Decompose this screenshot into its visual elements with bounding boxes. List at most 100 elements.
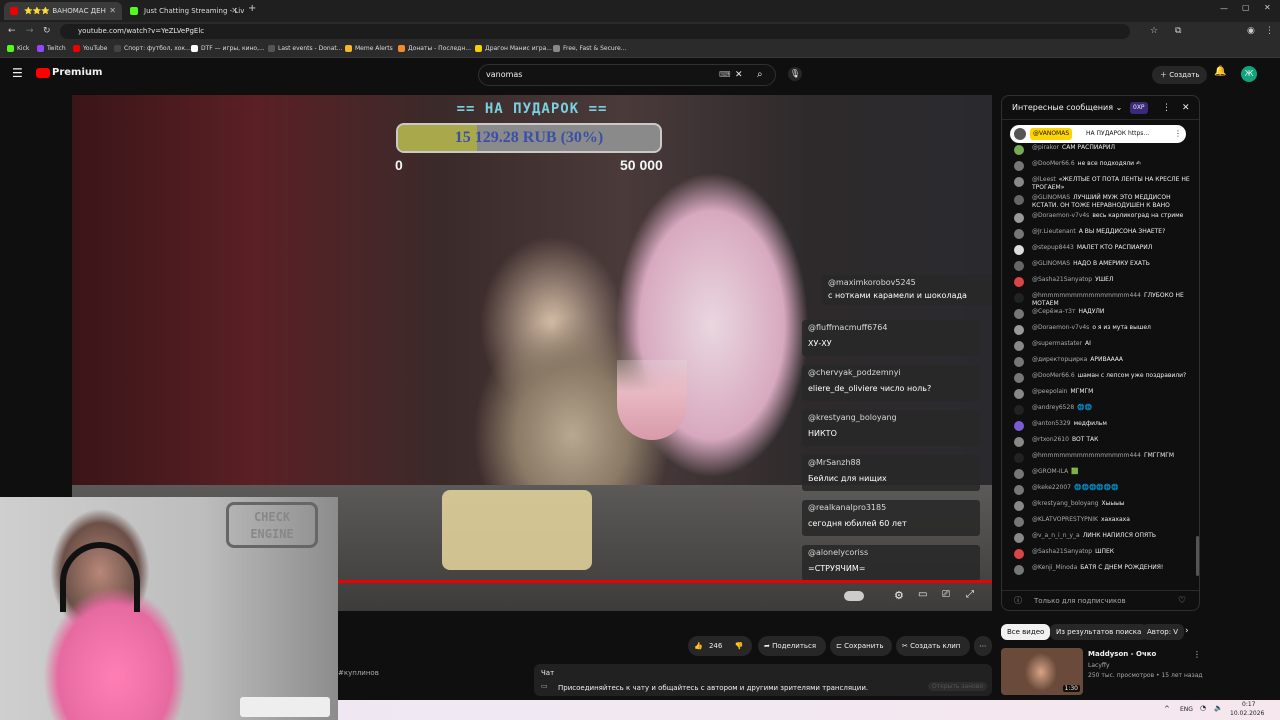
clip-button[interactable]: ✂ Создать клип [896, 636, 970, 656]
close-window-icon[interactable]: ✕ [1264, 3, 1271, 12]
maximize-icon[interactable]: ▢ [1242, 3, 1250, 12]
chat-avatar[interactable] [1014, 533, 1024, 543]
new-tab-icon[interactable]: + [248, 3, 256, 14]
dislike-icon[interactable]: 👎 [735, 642, 744, 650]
related-video-title[interactable]: Maddyson - Очко [1088, 650, 1156, 658]
chat-avatar[interactable] [1014, 565, 1024, 575]
search-input[interactable]: vanomas ⌨ ✕ ⌕ [478, 64, 776, 86]
wifi-icon[interactable]: ◔ [1200, 704, 1206, 712]
related-video-channel[interactable]: Lacyffy [1088, 662, 1110, 669]
chat-username[interactable]: @KLATVOPRESTYPNIK [1032, 516, 1098, 523]
heart-icon[interactable]: ♡ [1178, 591, 1186, 610]
chat-avatar[interactable] [1014, 177, 1024, 187]
channel-tag[interactable]: #куплинов [338, 669, 379, 677]
tray-chevron-icon[interactable]: ^ [1164, 705, 1170, 713]
clock-time[interactable]: 0:17 [1242, 701, 1255, 708]
reopen-chat-button[interactable]: Открыть заново [928, 682, 987, 691]
forward-icon[interactable]: → [26, 22, 34, 41]
bookmark-meme[interactable]: Meme Alerts [345, 44, 393, 54]
chat-avatar[interactable] [1014, 357, 1024, 367]
chat-close-icon[interactable]: ✕ [1182, 96, 1190, 120]
cast-icon[interactable]: ⎚ [942, 589, 950, 600]
bookmark-dragon[interactable]: Драгон Манис игра... [475, 44, 552, 54]
chat-avatar[interactable] [1014, 161, 1024, 171]
extensions-icon[interactable]: ⧉ [1175, 22, 1181, 41]
chat-username[interactable]: @Doraemon-v7v4s [1032, 324, 1089, 331]
volume-icon[interactable]: 🔈 [1214, 704, 1223, 712]
chat-username[interactable]: @andrey6528 [1032, 404, 1074, 411]
xp-badge[interactable]: 0XP [1130, 102, 1148, 114]
bookmark-twitch[interactable]: Twitch [37, 44, 66, 54]
chat-avatar[interactable] [1014, 421, 1024, 431]
chat-username[interactable]: @rtxon2610 [1032, 436, 1069, 443]
chat-username[interactable]: @keke22007 [1032, 484, 1071, 491]
menu-icon[interactable]: ⋮ [1265, 22, 1274, 41]
url-field[interactable]: youtube.com/watch?v=YeZLVePgElc [60, 24, 1130, 39]
chat-username[interactable]: @stepup8443 [1032, 244, 1074, 251]
bookmark-free[interactable]: Free, Fast & Secure... [553, 44, 626, 54]
chat-username[interactable]: @GLINOMAS [1032, 194, 1070, 201]
chat-more-icon[interactable]: ⋮ [1162, 96, 1171, 120]
chat-avatar[interactable] [1014, 549, 1024, 559]
chat-username[interactable]: @v_a_n_i_n_y_a [1032, 532, 1080, 539]
chat-avatar[interactable] [1014, 341, 1024, 351]
chat-username[interactable]: @Kenji_Minoda [1032, 564, 1077, 571]
chips-next-icon[interactable]: › [1185, 626, 1189, 636]
chat-username[interactable]: @pirakor [1032, 144, 1059, 151]
chat-avatar[interactable] [1014, 389, 1024, 399]
bookmark-dtf[interactable]: DTF — игры, кино,... [191, 44, 265, 54]
pinned-message[interactable]: @VANOMAS НА ПУДАРОК https... ⋮ [1010, 125, 1186, 143]
miniplayer-icon[interactable]: ▭ [918, 589, 927, 600]
chat-username[interactable]: @Doraemon-v7v4s [1032, 212, 1089, 219]
chip-author[interactable]: Автор: V [1141, 624, 1185, 640]
save-button[interactable]: ⊏ Сохранить [830, 636, 892, 656]
chat-avatar[interactable] [1014, 309, 1024, 319]
language-indicator[interactable]: ENG [1180, 706, 1193, 713]
chat-username[interactable]: @директорцирка [1032, 356, 1087, 363]
pinned-more-icon[interactable]: ⋮ [1174, 125, 1182, 143]
chat-avatar[interactable] [1014, 145, 1024, 155]
chat-avatar[interactable] [1014, 195, 1024, 205]
bookmark-star-icon[interactable]: ☆ [1150, 22, 1158, 41]
chat-username[interactable]: @DooMer66.6 [1032, 372, 1075, 379]
bookmark-donaty[interactable]: Донаты - Последн... [398, 44, 471, 54]
chat-username[interactable]: @DooMer66.6 [1032, 160, 1075, 167]
search-icon[interactable]: ⌕ [757, 65, 763, 85]
chat-avatar[interactable] [1014, 469, 1024, 479]
tab-just-chatting[interactable]: Just Chatting Streaming - Live ✕ [124, 2, 244, 20]
chat-username[interactable]: @GLINOMAS [1032, 260, 1070, 267]
hamburger-menu-icon[interactable]: ☰ [12, 66, 23, 80]
keyboard-icon[interactable]: ⌨ [719, 65, 731, 85]
chat-username[interactable]: @peepolain [1032, 388, 1067, 395]
close-icon[interactable]: ✕ [109, 2, 116, 20]
bookmark-sport[interactable]: Спорт: футбол, хок... [114, 44, 191, 54]
chat-avatar[interactable] [1014, 437, 1024, 447]
chat-username[interactable]: @Jr.Lieutenant [1032, 228, 1076, 235]
chat-mode-dropdown[interactable]: Интересные сообщения [1012, 103, 1113, 112]
chat-avatar[interactable] [1014, 325, 1024, 335]
bookmark-kick[interactable]: Kick [7, 44, 29, 54]
chat-avatar[interactable] [1014, 405, 1024, 415]
like-button[interactable]: 👍 246 👎 [688, 636, 752, 656]
chat-username[interactable]: @Sasha21Sanyatop [1032, 276, 1092, 283]
more-actions-button[interactable]: ⋯ [974, 636, 992, 656]
voice-search-icon[interactable]: 🎙 [788, 67, 802, 81]
chat-username[interactable]: @GROM-ILA [1032, 468, 1068, 475]
chat-avatar[interactable] [1014, 213, 1024, 223]
chat-avatar[interactable] [1014, 229, 1024, 239]
settings-gear-icon[interactable]: ⚙ [894, 589, 904, 602]
chat-username[interactable]: @Sasha21Sanyatop [1032, 548, 1092, 555]
share-button[interactable]: ➦ Поделиться [758, 636, 826, 656]
chat-avatar[interactable] [1014, 517, 1024, 527]
chat-avatar[interactable] [1014, 245, 1024, 255]
chat-username[interactable]: @anton5329 [1032, 420, 1071, 427]
bookmark-youtube[interactable]: YouTube [73, 44, 107, 54]
close-icon[interactable]: ✕ [231, 2, 238, 20]
chat-username[interactable]: @hmmmmmmmmmmmmmmm444 [1032, 452, 1141, 459]
chat-scrollbar[interactable] [1196, 536, 1199, 576]
chat-avatar[interactable] [1014, 453, 1024, 463]
create-button[interactable]: ＋ Создать [1152, 66, 1208, 84]
related-video-thumbnail[interactable]: 1:30 [1001, 648, 1083, 695]
chip-all-videos[interactable]: Все видео [1001, 624, 1051, 640]
tab-vanomas[interactable]: ⭐⭐⭐ ВАНОМАС ДЕН ✕ [4, 2, 122, 20]
